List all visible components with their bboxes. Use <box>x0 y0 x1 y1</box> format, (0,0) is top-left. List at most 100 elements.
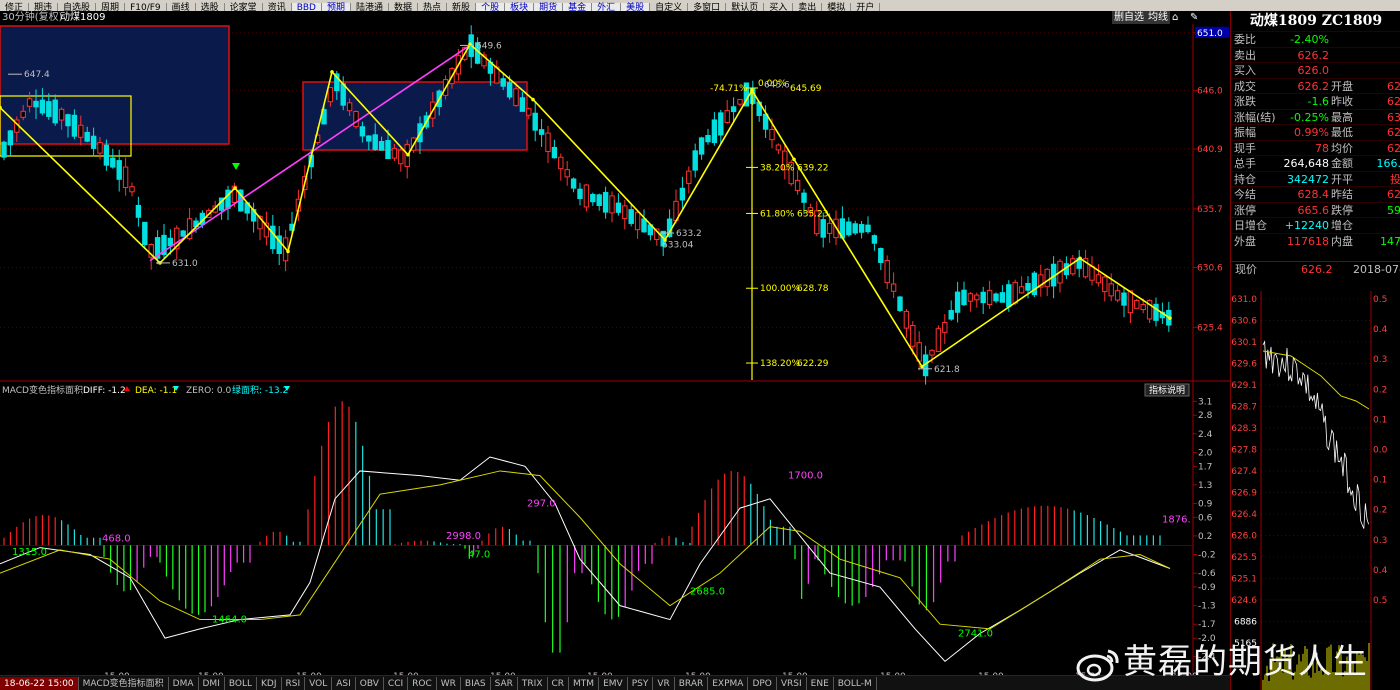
tick-price-label: 630.1 <box>1231 338 1257 348</box>
macd-area-label: 2998.0 <box>446 531 481 542</box>
indicator-tab[interactable]: ROC <box>408 677 437 690</box>
indicator-tab[interactable]: VRSI <box>777 677 807 690</box>
indicator-tab[interactable]: ENE <box>807 677 834 690</box>
candle-body <box>26 98 33 107</box>
toolbar-item[interactable]: F10/F9 <box>125 3 167 11</box>
toolbar-item[interactable]: 自选股 <box>58 3 97 11</box>
indicator-tab[interactable]: MTM <box>569 677 600 690</box>
toolbar-item[interactable]: 期货 <box>534 3 564 11</box>
weibo-logo-icon <box>1076 649 1119 681</box>
toolbar-item[interactable]: 多窗口 <box>688 3 727 11</box>
toolbar-item[interactable]: 外汇 <box>592 3 622 11</box>
quote-value-2: 62 <box>1387 188 1400 201</box>
toolbar-item[interactable]: 默认页 <box>726 3 765 11</box>
toolbar-item[interactable]: 美股 <box>621 3 651 11</box>
ma-toggle-button[interactable]: 均线 <box>1146 11 1170 24</box>
quote-label-2: 跌停 <box>1331 203 1353 217</box>
indicator-tab[interactable]: MACD变色指标面积 <box>79 677 169 690</box>
quote-label-2: 增仓 <box>1331 219 1353 232</box>
toolbar-item[interactable]: 开户 <box>851 3 881 11</box>
indicator-tab[interactable]: DPO <box>748 677 777 690</box>
zigzag-vertex <box>1168 316 1172 320</box>
candle-body <box>967 293 974 302</box>
main-chart[interactable]: 651.0646.0640.9635.7630.6625.4-74.71%0.0… <box>0 24 1230 682</box>
indicator-tab[interactable]: RSI <box>282 677 306 690</box>
toolbar-item[interactable]: 画线 <box>167 3 196 11</box>
candle-body <box>570 178 577 189</box>
candle-body <box>372 134 378 151</box>
tick-price-label: 625.5 <box>1231 553 1257 563</box>
toolbar-item[interactable]: 板块 <box>505 3 535 11</box>
toolbar-item[interactable]: 修正 <box>0 3 30 11</box>
toolbar-item[interactable]: 期违 <box>29 3 59 11</box>
indicator-tab[interactable]: KDJ <box>257 677 282 690</box>
fib-label: 38.20% <box>760 163 795 173</box>
candle-body <box>500 78 506 87</box>
toolbar-item[interactable]: 个股 <box>476 3 506 11</box>
quote-value: 626.2 <box>1297 48 1330 62</box>
tick-pct-label: 0.5 <box>1373 596 1387 606</box>
candle-body <box>551 146 558 159</box>
quote-row: 成交 626.2 开盘 62 <box>1231 77 1400 93</box>
candle-body <box>84 131 90 142</box>
indicator-tab[interactable]: DMA <box>169 677 199 690</box>
indicator-tab[interactable]: BIAS <box>461 677 491 690</box>
toolbar-item[interactable]: 资讯 <box>263 3 292 11</box>
candle-body <box>718 112 724 136</box>
price-axis-label: 651.0 <box>1197 29 1223 39</box>
toolbar-item[interactable]: 预期 <box>321 3 351 11</box>
toolbar-item[interactable]: 陆港通 <box>351 3 390 11</box>
toolbar-item[interactable]: 卖出 <box>793 3 823 11</box>
indicator-tab[interactable]: PSY <box>628 677 654 690</box>
tick-price-label: 628.3 <box>1231 424 1257 434</box>
quote-label: 持仓 <box>1234 172 1256 186</box>
candle-body <box>903 310 910 329</box>
toolbar-item[interactable]: 基金 <box>563 3 593 11</box>
indicator-tab[interactable]: BOLL-M <box>834 677 877 690</box>
quote-label-2: 最低 <box>1331 126 1353 139</box>
remove-watchlist-button[interactable]: 删自选 <box>1112 11 1146 24</box>
macd-area-label: 1464.0 <box>212 615 247 626</box>
indicator-tab[interactable]: WR <box>437 677 461 690</box>
toolbar-item[interactable]: BBD <box>291 3 322 11</box>
indicator-tab[interactable]: EMV <box>599 677 628 690</box>
price-annotation: 645.6 <box>764 81 790 91</box>
tick-chart[interactable]: 631.0 630.6 630.1 629.6 629.1 628.7 628.3 627.8… <box>1231 281 1400 690</box>
pen-icon[interactable]: ✎ <box>1190 11 1198 24</box>
toolbar-item[interactable]: 新股 <box>447 3 477 11</box>
candle-body <box>948 310 954 320</box>
candle-body <box>1127 290 1134 314</box>
toolbar-item[interactable]: 论家堂 <box>225 3 263 11</box>
quote-value: 78 <box>1315 141 1329 155</box>
indicator-tab[interactable]: CR <box>548 677 570 690</box>
toolbar-item[interactable]: 自定义 <box>650 3 689 11</box>
zigzag-vertex <box>531 97 535 102</box>
indicator-tab[interactable]: ASI <box>332 677 356 690</box>
indicator-tab[interactable]: OBV <box>356 677 384 690</box>
tick-pct-label: 0.2 <box>1373 385 1387 395</box>
macd-diff: DIFF: -1.2 <box>83 386 126 396</box>
quote-label: 外盘 <box>1234 234 1256 248</box>
indicator-tab[interactable]: VR <box>653 677 675 690</box>
toolbar-item[interactable]: 热点 <box>418 3 448 11</box>
toolbar-item[interactable]: 选股 <box>196 3 225 11</box>
toolbar-item[interactable]: 买入 <box>764 3 794 11</box>
home-icon[interactable]: ⌂ <box>1172 11 1178 24</box>
candle-body <box>801 192 807 203</box>
indicator-tab[interactable]: BRAR <box>675 677 709 690</box>
indicator-tab[interactable]: VOL <box>305 677 333 690</box>
price-annotation: 633.2 <box>676 229 702 239</box>
toolbar-item[interactable]: 周期 <box>96 3 126 11</box>
toolbar-item[interactable]: 数据 <box>389 3 419 11</box>
indicator-tab[interactable]: TRIX <box>518 677 548 690</box>
quote-value: -1.6 <box>1307 95 1329 108</box>
macd-area-label: 1876. <box>1162 515 1191 526</box>
indicator-tab[interactable]: EXPMA <box>708 677 749 690</box>
indicator-tab[interactable]: DMI <box>199 677 225 690</box>
toolbar-item[interactable]: 模拟 <box>822 3 852 11</box>
indicator-tab[interactable]: CCI <box>384 677 409 690</box>
period-label[interactable]: 30分钟(复权) <box>2 11 63 24</box>
indicator-tab[interactable]: BOLL <box>225 677 257 690</box>
candle-body <box>878 248 884 264</box>
indicator-tab[interactable]: SAR <box>491 677 518 690</box>
